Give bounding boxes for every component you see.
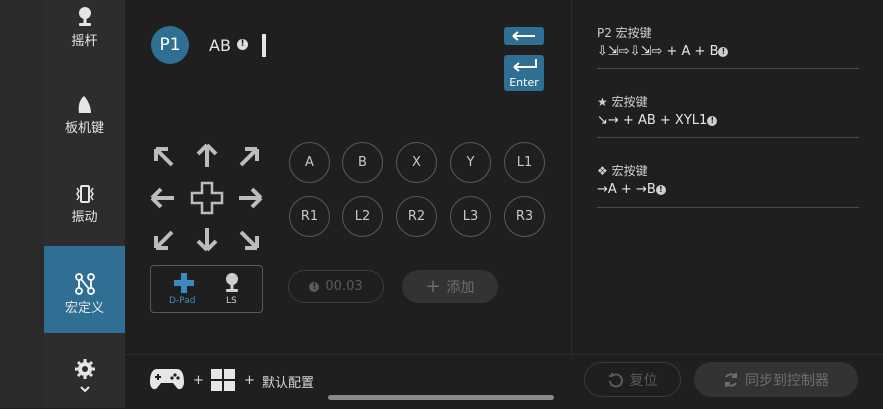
button-a[interactable]: A (289, 142, 330, 183)
nav-panel: 摇杆 板机键 振动 宏定义 (44, 0, 125, 408)
arrow-up-button[interactable] (193, 142, 221, 170)
home-indicator (328, 395, 554, 400)
text-cursor (262, 34, 266, 57)
plus-icon: + (425, 276, 441, 297)
reset-label: 复位 (629, 372, 658, 389)
button-b[interactable]: B (342, 142, 383, 183)
sync-label: 同步到控制器 (745, 372, 829, 389)
config-label[interactable]: 默认配置 (262, 372, 314, 391)
arrow-left-button[interactable] (149, 184, 177, 212)
dpad-label: D-Pad (169, 296, 196, 306)
button-r3[interactable]: R3 (504, 196, 545, 237)
windows-icon (211, 369, 235, 391)
ls-label: LS (226, 296, 237, 306)
info-icon[interactable]: ! (237, 39, 248, 50)
nav-label: 宏定义 (64, 301, 104, 316)
chevron-down-icon (79, 386, 90, 393)
button-l1[interactable]: L1 (504, 142, 545, 183)
button-r2[interactable]: R2 (396, 196, 437, 237)
arrow-up-right-button[interactable] (235, 145, 261, 171)
arrow-down-right-button[interactable] (235, 226, 261, 252)
enter-icon (513, 59, 537, 72)
info-icon[interactable]: ! (655, 184, 666, 195)
button-l2[interactable]: L2 (342, 196, 383, 237)
vibration-icon (75, 185, 94, 203)
sync-button[interactable]: 同步到控制器 (694, 362, 858, 397)
trigger-icon (78, 96, 91, 113)
button-r1[interactable]: R1 (289, 196, 330, 237)
gear-icon (74, 359, 95, 379)
info-icon[interactable]: ! (718, 46, 729, 57)
arrow-down-left-button[interactable] (152, 226, 178, 252)
timer-value: 00.03 (325, 279, 363, 294)
nav-label: 振动 (71, 210, 98, 225)
macro-sequence: ↘→ + AB + XYL1 (597, 113, 708, 128)
backspace-button[interactable] (504, 27, 544, 45)
reset-icon (608, 372, 623, 387)
nav-item-settings[interactable] (44, 358, 125, 402)
macro-item[interactable]: ❖ 宏按键 →A + →B! (597, 162, 859, 208)
dpad-center-icon (190, 181, 224, 215)
macro-sequence: →A + →B (597, 182, 656, 197)
dpad-icon[interactable] (173, 272, 195, 294)
reset-button[interactable]: 复位 (584, 362, 681, 397)
nav-label: 板机键 (64, 121, 104, 136)
current-sequence: AB (209, 36, 231, 55)
macro-title: ★ 宏按键 (597, 95, 648, 109)
nav-label: 摇杆 (71, 34, 98, 49)
add-label: 添加 (446, 279, 475, 296)
arrow-up-left-button[interactable] (152, 145, 178, 171)
add-button[interactable]: + 添加 (402, 270, 498, 303)
joystick-icon (78, 7, 91, 26)
gamepad-icon (150, 369, 184, 390)
info-icon[interactable]: ! (707, 115, 718, 126)
plus-sign: + (193, 373, 204, 388)
macro-sequence: ⇩⇲⇨⇩⇲⇨ + A + B (597, 44, 719, 59)
nav-item-trigger[interactable]: 板机键 (44, 95, 125, 145)
enter-button[interactable]: Enter (504, 55, 544, 91)
input-mode-toggle: D-Pad LS (150, 265, 263, 313)
timer-icon: ! (309, 281, 320, 292)
arrow-right-button[interactable] (236, 184, 264, 212)
left-rail (0, 0, 44, 408)
macro-title: ❖ 宏按键 (597, 164, 648, 178)
macro-icon (74, 273, 95, 295)
nav-item-joystick[interactable]: 摇杆 (44, 6, 125, 56)
arrow-left-icon (512, 31, 535, 41)
enter-label: Enter (509, 76, 539, 89)
arrow-down-button[interactable] (193, 225, 221, 253)
joystick-icon[interactable] (223, 272, 241, 294)
macro-item[interactable]: ★ 宏按键 ↘→ + AB + XYL1! (597, 93, 859, 138)
delay-button[interactable]: ! 00.03 (288, 270, 384, 303)
plus-sign: + (244, 373, 255, 388)
player-badge: P1 (151, 26, 189, 64)
nav-item-macro[interactable]: 宏定义 (44, 246, 125, 333)
macro-item[interactable]: P2 宏按键 ⇩⇲⇨⇩⇲⇨ + A + B! (597, 24, 859, 69)
button-y[interactable]: Y (450, 142, 491, 183)
macro-title: P2 宏按键 (597, 26, 652, 40)
button-x[interactable]: X (396, 142, 437, 183)
button-l3[interactable]: L3 (450, 196, 491, 237)
nav-item-vibration[interactable]: 振动 (44, 184, 125, 234)
sync-icon (725, 372, 737, 387)
